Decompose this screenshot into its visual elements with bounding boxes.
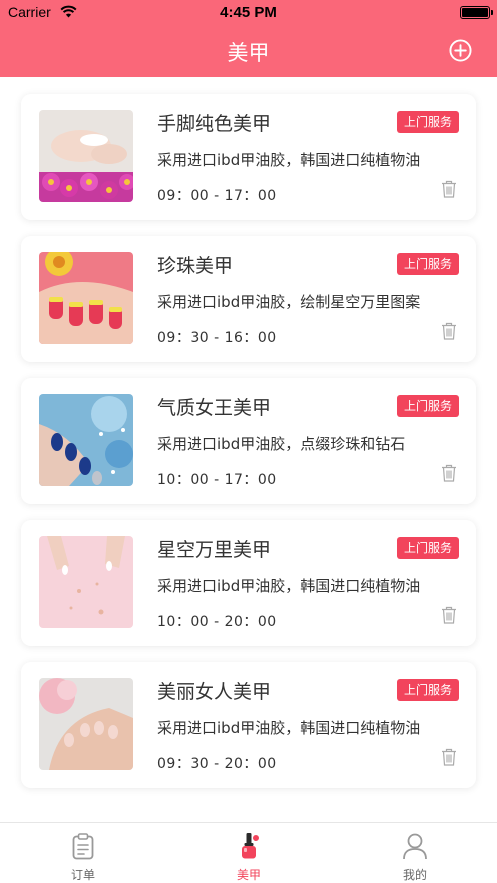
service-thumbnail xyxy=(39,536,133,628)
tab-orders[interactable]: 订单 xyxy=(0,823,166,883)
clipboard-icon xyxy=(72,833,94,860)
trash-icon[interactable] xyxy=(441,748,457,766)
service-description: 采用进口ibd甲油胶，点缀珍珠和钻石 xyxy=(157,435,406,453)
service-thumbnail xyxy=(39,110,133,202)
service-hours: 09：00 - 17：00 xyxy=(157,188,277,204)
service-badge: 上门服务 xyxy=(396,679,459,701)
service-card[interactable]: 珍珠美甲 上门服务 采用进口ibd甲油胶，绘制星空万里图案 09：30 - 16… xyxy=(21,236,476,362)
service-name: 美丽女人美甲 xyxy=(157,681,272,703)
clock: 4:45 PM xyxy=(220,4,277,21)
service-card[interactable]: 气质女王美甲 上门服务 采用进口ibd甲油胶，点缀珍珠和钻石 10：00 - 1… xyxy=(21,378,476,504)
nav-bar: 美甲 xyxy=(0,26,497,77)
tab-profile[interactable]: 我的 xyxy=(332,823,497,883)
plus-circle-icon[interactable] xyxy=(449,39,472,62)
service-card[interactable]: 星空万里美甲 上门服务 采用进口ibd甲油胶，韩国进口纯植物油 10：00 - … xyxy=(21,520,476,646)
service-description: 采用进口ibd甲油胶，韩国进口纯植物油 xyxy=(157,719,421,737)
service-name: 手脚纯色美甲 xyxy=(157,113,272,135)
tab-label: 我的 xyxy=(402,868,427,882)
service-name: 星空万里美甲 xyxy=(157,539,272,561)
tab-bar: 订单 美甲 我的 xyxy=(0,822,497,883)
service-description: 采用进口ibd甲油胶，韩国进口纯植物油 xyxy=(157,151,421,169)
tab-nails[interactable]: 美甲 xyxy=(166,823,332,883)
service-hours: 10：00 - 20：00 xyxy=(157,614,277,630)
service-badge: 上门服务 xyxy=(396,537,459,559)
service-description: 采用进口ibd甲油胶，绘制星空万里图案 xyxy=(157,293,421,311)
user-icon xyxy=(403,833,427,860)
service-badge: 上门服务 xyxy=(396,111,459,133)
service-card[interactable]: 美丽女人美甲 上门服务 采用进口ibd甲油胶，韩国进口纯植物油 09：30 - … xyxy=(21,662,476,788)
service-thumbnail xyxy=(39,678,133,770)
service-thumbnail xyxy=(39,252,133,344)
service-name: 气质女王美甲 xyxy=(157,397,272,419)
page-title: 美甲 xyxy=(227,41,270,65)
trash-icon[interactable] xyxy=(441,322,457,340)
trash-icon[interactable] xyxy=(441,180,457,198)
trash-icon[interactable] xyxy=(441,464,457,482)
service-list: 手脚纯色美甲 上门服务 采用进口ibd甲油胶，韩国进口纯植物油 09：00 - … xyxy=(0,77,497,822)
status-bar: Carrier 4:45 PM xyxy=(0,0,497,26)
nail-polish-icon xyxy=(242,833,259,859)
service-card[interactable]: 手脚纯色美甲 上门服务 采用进口ibd甲油胶，韩国进口纯植物油 09：00 - … xyxy=(21,94,476,220)
service-hours: 09：30 - 16：00 xyxy=(157,330,277,346)
service-badge: 上门服务 xyxy=(396,253,459,275)
battery-icon xyxy=(460,6,493,19)
tab-label: 订单 xyxy=(70,868,95,882)
service-description: 采用进口ibd甲油胶，韩国进口纯植物油 xyxy=(157,577,421,595)
service-hours: 09：30 - 20：00 xyxy=(157,756,277,772)
tab-label: 美甲 xyxy=(236,868,261,882)
service-hours: 10：00 - 17：00 xyxy=(157,472,277,488)
service-name: 珍珠美甲 xyxy=(157,255,234,277)
service-thumbnail xyxy=(39,394,133,486)
service-badge: 上门服务 xyxy=(396,395,459,417)
trash-icon[interactable] xyxy=(441,606,457,624)
